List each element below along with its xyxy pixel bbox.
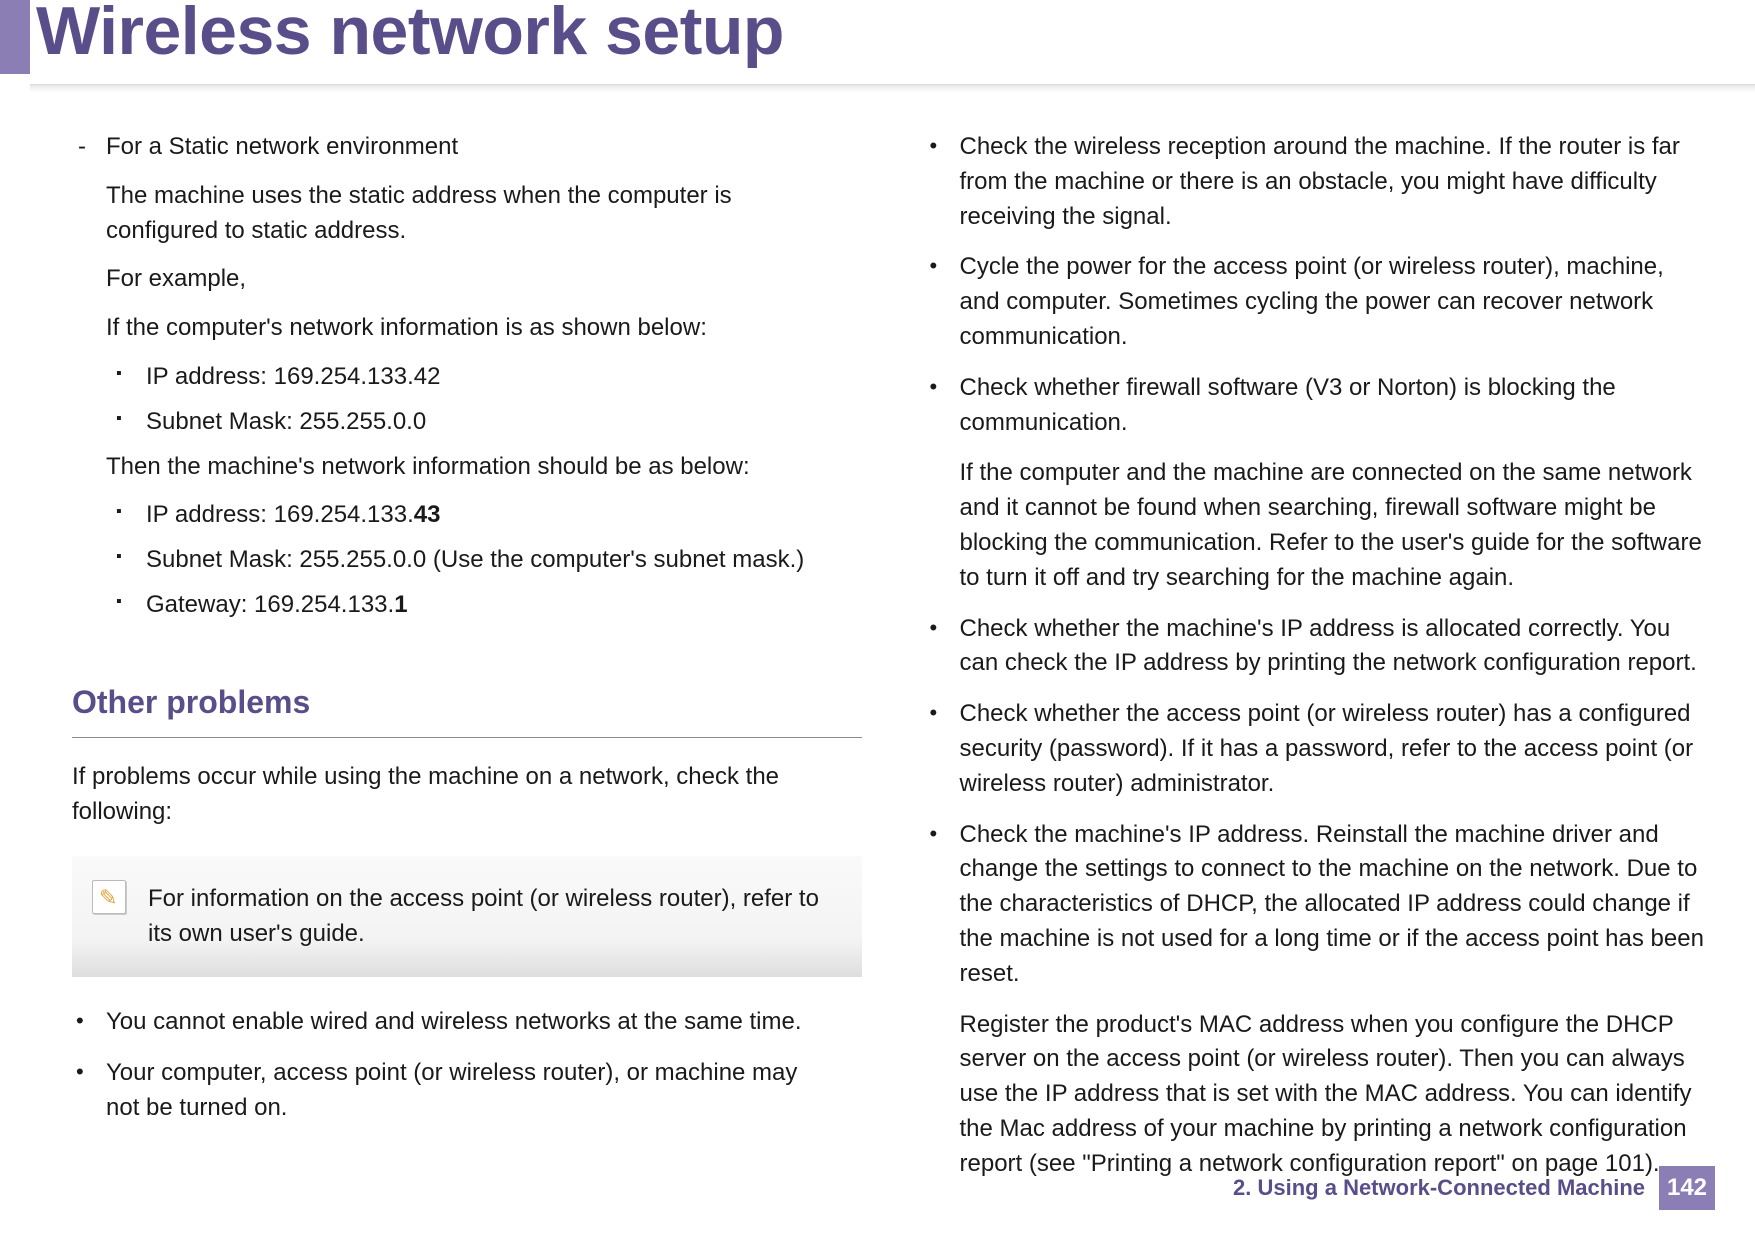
content-columns: For a Static network environment The mac… [0, 130, 1755, 1150]
header-divider [30, 84, 1755, 92]
page-header: Wireless network setup [0, 0, 1755, 90]
note-text: For information on the access point (or … [148, 882, 842, 952]
problem-bullet-reception: Check the wireless reception around the … [926, 130, 1708, 234]
right-column: Check the wireless reception around the … [878, 130, 1755, 1150]
static-env-heading: For a Static network environment [72, 130, 830, 165]
problem-bullet-firewall: Check whether firewall software (V3 or N… [926, 371, 1708, 441]
section-divider [72, 737, 862, 738]
problem-firewall-detail: If the computer and the machine are conn… [926, 456, 1708, 595]
other-problems-heading: Other problems [72, 679, 830, 725]
other-problems-intro: If problems occur while using the machin… [72, 760, 830, 830]
static-env-desc: The machine uses the static address when… [72, 179, 830, 249]
computer-ip-item: IP address: 169.254.133.42 [72, 360, 830, 395]
problem-bullet-ap-security: Check whether the access point (or wirel… [926, 697, 1708, 801]
machine-ip-prefix: IP address: 169.254.133. [146, 501, 414, 528]
machine-ip-item: IP address: 169.254.133.43 [72, 498, 830, 533]
problem-bullet-power: Your computer, access point (or wireless… [72, 1056, 830, 1126]
note-callout: For information on the access point (or … [72, 856, 862, 978]
machine-subnet-item: Subnet Mask: 255.255.0.0 (Use the comput… [72, 543, 830, 578]
page-title: Wireless network setup [36, 0, 784, 70]
header-accent-bar [0, 0, 30, 74]
footer-page-number: 142 [1659, 1166, 1715, 1210]
problem-bullet-cycle-power: Cycle the power for the access point (or… [926, 250, 1708, 354]
problem-bullet-wired-wireless: You cannot enable wired and wireless net… [72, 1005, 830, 1040]
machine-gateway-item: Gateway: 169.254.133.1 [72, 588, 830, 623]
machine-gateway-prefix: Gateway: 169.254.133. [146, 591, 394, 618]
computer-subnet-item: Subnet Mask: 255.255.0.0 [72, 405, 830, 440]
footer-chapter: 2. Using a Network-Connected Machine [1233, 1175, 1645, 1201]
problem-mac-detail: Register the product's MAC address when … [926, 1008, 1708, 1182]
note-icon [92, 880, 126, 914]
machine-gateway-suffix: 1 [394, 591, 407, 618]
document-page: Wireless network setup For a Static netw… [0, 0, 1755, 1240]
computer-info-intro: If the computer's network information is… [72, 311, 830, 346]
left-column: For a Static network environment The mac… [0, 130, 878, 1150]
for-example-label: For example, [72, 262, 830, 297]
machine-ip-suffix: 43 [414, 501, 441, 528]
machine-info-intro: Then the machine's network information s… [72, 450, 830, 485]
page-footer: 2. Using a Network-Connected Machine 142 [1233, 1166, 1715, 1210]
problem-bullet-ip-reinstall: Check the machine's IP address. Reinstal… [926, 818, 1708, 992]
problem-bullet-ip-allocated: Check whether the machine's IP address i… [926, 612, 1708, 682]
